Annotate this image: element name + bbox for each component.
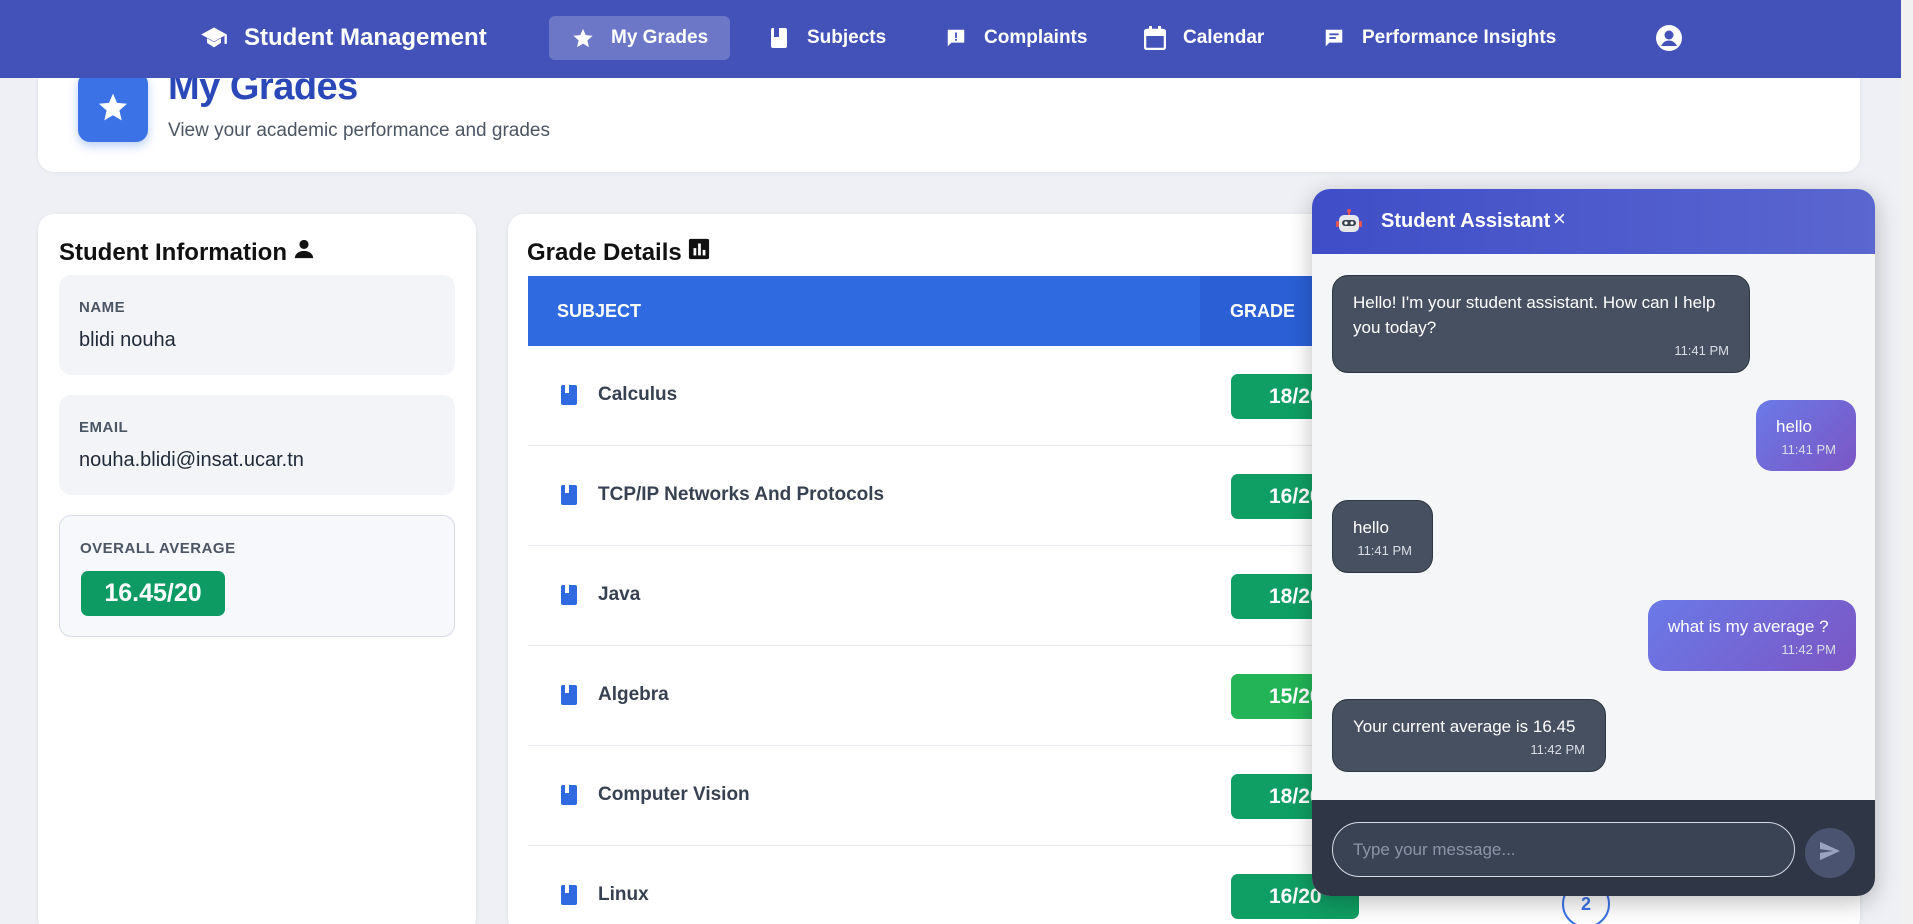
email-value: nouha.blidi@insat.ucar.tn	[79, 449, 304, 471]
student-info-title-text: Student Information	[59, 238, 287, 266]
send-button[interactable]	[1805, 828, 1855, 878]
robot-icon	[1336, 209, 1362, 235]
book-icon	[561, 885, 577, 905]
email-field: EMAIL nouha.blidi@insat.ucar.tn	[59, 395, 455, 495]
page-subtitle: View your academic performance and grade…	[168, 120, 550, 141]
graduation-cap-icon	[198, 22, 230, 54]
nav-subjects[interactable]: Subjects	[745, 16, 908, 60]
column-header-subject: SUBJECT	[557, 300, 642, 321]
chat-footer	[1312, 800, 1875, 896]
subject-name: Java	[598, 584, 641, 605]
brand-title: Student Management	[244, 24, 487, 51]
message-text: Your current average is 16.45	[1353, 717, 1576, 736]
chat-message-user: what is my average ? 11:42 PM	[1648, 600, 1856, 671]
nav-calendar[interactable]: Calendar	[1121, 16, 1286, 60]
book-icon	[767, 26, 791, 50]
chat-icon	[1322, 26, 1346, 50]
nav-label: Calendar	[1183, 27, 1265, 48]
book-icon	[561, 785, 577, 805]
message-time: 11:41 PM	[1781, 442, 1836, 457]
student-info-title: Student Information	[59, 238, 315, 267]
grade-details-title-text: Grade Details	[527, 238, 682, 266]
star-icon	[571, 26, 595, 50]
nav-my-grades[interactable]: My Grades	[549, 16, 731, 60]
column-header-grade: GRADE	[1230, 300, 1296, 321]
book-icon	[561, 585, 577, 605]
overall-average-box: OVERALL AVERAGE 16.45/20	[59, 515, 455, 637]
message-text: Hello! I'm your student assistant. How c…	[1353, 293, 1716, 337]
name-field: NAME blidi nouha	[59, 275, 455, 375]
subject-name: Algebra	[598, 684, 669, 705]
send-icon	[1819, 841, 1841, 866]
calendar-icon	[1143, 26, 1167, 50]
average-badge: 16.45/20	[81, 571, 225, 616]
subject-name: TCP/IP Networks And Protocols	[598, 484, 885, 505]
name-label: NAME	[79, 299, 126, 316]
page-scrollbar[interactable]	[1901, 0, 1913, 924]
message-text: hello	[1776, 417, 1812, 436]
bar-chart-icon	[688, 238, 710, 267]
chat-message-bot: hello 11:41 PM	[1332, 500, 1433, 573]
account-circle-icon[interactable]	[1655, 24, 1683, 52]
grade-details-title: Grade Details	[527, 238, 710, 267]
close-icon[interactable]: ×	[1553, 206, 1566, 232]
name-value: blidi nouha	[79, 329, 176, 351]
nav-label: Subjects	[807, 27, 887, 48]
chat-message-bot: Your current average is 16.45 11:42 PM	[1332, 699, 1606, 772]
nav-label: Performance Insights	[1362, 27, 1557, 48]
book-icon	[561, 385, 577, 405]
nav-complaints[interactable]: Complaints	[922, 16, 1109, 60]
chat-message-bot: Hello! I'm your student assistant. How c…	[1332, 275, 1750, 373]
email-label: EMAIL	[79, 419, 129, 436]
message-time: 11:42 PM	[1781, 642, 1836, 657]
person-icon	[293, 238, 315, 267]
average-label: OVERALL AVERAGE	[80, 540, 236, 557]
book-icon	[561, 685, 577, 705]
nav-label: My Grades	[611, 27, 709, 48]
message-time: 11:42 PM	[1530, 742, 1585, 757]
student-assistant-chat: Student Assistant × Hello! I'm your stud…	[1312, 189, 1875, 896]
nav-performance-insights[interactable]: Performance Insights	[1300, 16, 1578, 60]
message-text: hello	[1353, 518, 1389, 537]
chat-message-user: hello 11:41 PM	[1756, 400, 1856, 471]
star-icon	[78, 72, 148, 142]
message-time: 11:41 PM	[1357, 543, 1412, 558]
message-time: 11:41 PM	[1674, 343, 1729, 358]
chat-message-input[interactable]	[1332, 822, 1795, 877]
chat-title: Student Assistant	[1381, 210, 1551, 232]
chat-header: Student Assistant ×	[1312, 189, 1875, 254]
book-icon	[561, 485, 577, 505]
nav-label: Complaints	[984, 27, 1088, 48]
subject-name: Computer Vision	[598, 784, 750, 805]
message-text: what is my average ?	[1668, 617, 1829, 636]
subject-name: Linux	[598, 884, 649, 905]
subject-name: Calculus	[598, 384, 678, 405]
top-navbar: Student Management My Grades Subjects Co…	[0, 0, 1901, 78]
report-icon	[944, 26, 968, 50]
brand[interactable]: Student Management	[198, 22, 487, 54]
